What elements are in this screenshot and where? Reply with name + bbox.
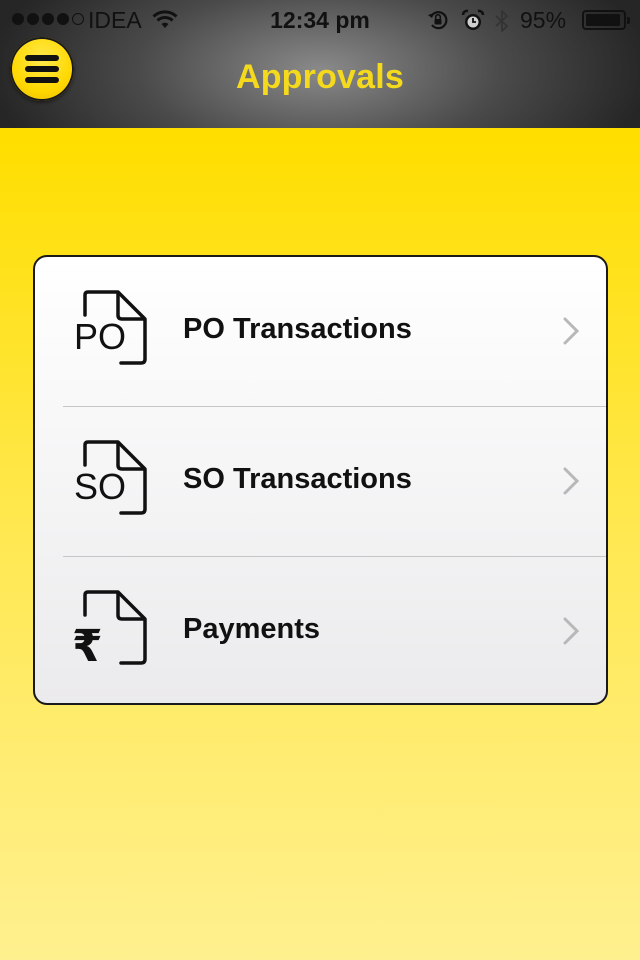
page-title: Approvals (235, 58, 405, 96)
menu-item-payments[interactable]: ₹ Payments (35, 557, 606, 703)
so-icon-text: SO (74, 466, 126, 507)
battery-percentage: 95% (520, 7, 567, 33)
po-document-icon: PO (73, 289, 149, 369)
menu-item-label: SO Transactions (183, 463, 412, 495)
rupee-document-icon: ₹ (72, 589, 149, 672)
approvals-menu-card: PO PO Transactions SO SO Transactions ₹ … (33, 255, 608, 705)
menu-item-label: Payments (183, 613, 321, 645)
po-icon-text: PO (74, 316, 126, 357)
chevron-right-icon (561, 467, 583, 495)
menu-item-label: PO Transactions (183, 313, 412, 345)
battery-icon (582, 10, 630, 30)
rupee-icon-text: ₹ (73, 621, 103, 669)
chevron-right-icon (561, 617, 583, 645)
menu-item-po-transactions[interactable]: PO PO Transactions (35, 257, 606, 407)
bluetooth-icon (494, 9, 510, 38)
menu-item-so-transactions[interactable]: SO SO Transactions (35, 407, 606, 557)
status-bar: IDEA 12:34 pm 95% (0, 0, 640, 40)
so-document-icon: SO (73, 439, 149, 519)
header-bar: IDEA 12:34 pm 95% Approvals (0, 0, 640, 128)
battery-level-fill (586, 14, 620, 26)
alarm-icon (461, 9, 485, 38)
chevron-right-icon (561, 317, 583, 345)
rotation-lock-icon (427, 9, 449, 36)
